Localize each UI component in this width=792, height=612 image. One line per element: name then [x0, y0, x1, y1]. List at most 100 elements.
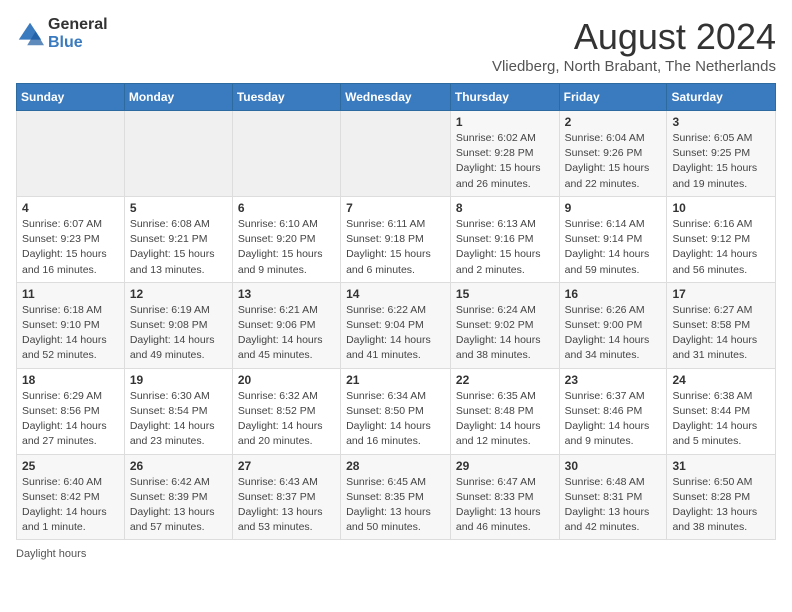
calendar-day-cell: 10 Sunrise: 6:16 AM Sunset: 9:12 PM Dayli…	[667, 196, 776, 282]
day-info: Sunrise: 6:04 AM Sunset: 9:26 PM Dayligh…	[565, 131, 662, 192]
calendar-day-header: Monday	[124, 84, 232, 111]
calendar-day-cell: 9 Sunrise: 6:14 AM Sunset: 9:14 PM Daylig…	[559, 196, 667, 282]
location-subtitle: Vliedberg, North Brabant, The Netherland…	[492, 58, 776, 75]
day-info: Sunrise: 6:32 AM Sunset: 8:52 PM Dayligh…	[238, 389, 335, 450]
calendar-table: SundayMondayTuesdayWednesdayThursdayFrid…	[16, 83, 776, 540]
title-block: August 2024 Vliedberg, North Brabant, Th…	[492, 16, 776, 75]
day-info: Sunrise: 6:34 AM Sunset: 8:50 PM Dayligh…	[346, 389, 445, 450]
calendar-day-cell: 31 Sunrise: 6:50 AM Sunset: 8:28 PM Dayli…	[667, 454, 776, 540]
day-number: 4	[22, 201, 119, 215]
calendar-header-row: SundayMondayTuesdayWednesdayThursdayFrid…	[17, 84, 776, 111]
day-number: 19	[130, 373, 227, 387]
calendar-week-row: 4 Sunrise: 6:07 AM Sunset: 9:23 PM Daylig…	[17, 196, 776, 282]
calendar-day-cell: 2 Sunrise: 6:04 AM Sunset: 9:26 PM Daylig…	[559, 111, 667, 197]
day-number: 7	[346, 201, 445, 215]
calendar-day-cell: 26 Sunrise: 6:42 AM Sunset: 8:39 PM Dayli…	[124, 454, 232, 540]
calendar-day-cell: 13 Sunrise: 6:21 AM Sunset: 9:06 PM Dayli…	[232, 282, 340, 368]
calendar-day-cell: 19 Sunrise: 6:30 AM Sunset: 8:54 PM Dayli…	[124, 368, 232, 454]
day-info: Sunrise: 6:19 AM Sunset: 9:08 PM Dayligh…	[130, 303, 227, 364]
day-number: 13	[238, 287, 335, 301]
day-info: Sunrise: 6:02 AM Sunset: 9:28 PM Dayligh…	[456, 131, 554, 192]
calendar-day-cell: 14 Sunrise: 6:22 AM Sunset: 9:04 PM Dayli…	[341, 282, 451, 368]
calendar-day-cell: 28Sunrise: 6:45 AM Sunset: 8:35 PM Dayli…	[341, 454, 451, 540]
daylight-label: Daylight hours	[16, 548, 86, 560]
day-info: Sunrise: 6:29 AM Sunset: 8:56 PM Dayligh…	[22, 389, 119, 450]
logo-icon	[16, 20, 44, 48]
day-info: Sunrise: 6:13 AM Sunset: 9:16 PM Dayligh…	[456, 217, 554, 278]
day-info: Sunrise: 6:24 AM Sunset: 9:02 PM Dayligh…	[456, 303, 554, 364]
day-number: 31	[672, 459, 770, 473]
calendar-day-cell: 22 Sunrise: 6:35 AM Sunset: 8:48 PM Dayli…	[450, 368, 559, 454]
calendar-day-cell: 18 Sunrise: 6:29 AM Sunset: 8:56 PM Dayli…	[17, 368, 125, 454]
day-info: Sunrise: 6:35 AM Sunset: 8:48 PM Dayligh…	[456, 389, 554, 450]
calendar-day-cell: 12 Sunrise: 6:19 AM Sunset: 9:08 PM Dayli…	[124, 282, 232, 368]
calendar-day-header: Saturday	[667, 84, 776, 111]
day-number: 6	[238, 201, 335, 215]
calendar-day-cell: 1 Sunrise: 6:02 AM Sunset: 9:28 PM Daylig…	[450, 111, 559, 197]
day-info: Sunrise: 6:10 AM Sunset: 9:20 PM Dayligh…	[238, 217, 335, 278]
day-number: 16	[565, 287, 662, 301]
day-number: 18	[22, 373, 119, 387]
logo-general-text: General	[48, 16, 108, 34]
calendar-day-cell: 16 Sunrise: 6:26 AM Sunset: 9:00 PM Dayli…	[559, 282, 667, 368]
calendar-day-cell: 8 Sunrise: 6:13 AM Sunset: 9:16 PM Daylig…	[450, 196, 559, 282]
day-info: Sunrise: 6:07 AM Sunset: 9:23 PM Dayligh…	[22, 217, 119, 278]
calendar-day-cell: 17Sunrise: 6:27 AM Sunset: 8:58 PM Dayli…	[667, 282, 776, 368]
calendar-day-header: Friday	[559, 84, 667, 111]
calendar-day-cell: 7 Sunrise: 6:11 AM Sunset: 9:18 PM Daylig…	[341, 196, 451, 282]
day-number: 30	[565, 459, 662, 473]
day-info: Sunrise: 6:11 AM Sunset: 9:18 PM Dayligh…	[346, 217, 445, 278]
calendar-day-cell: 27Sunrise: 6:43 AM Sunset: 8:37 PM Dayli…	[232, 454, 340, 540]
day-info: Sunrise: 6:42 AM Sunset: 8:39 PM Dayligh…	[130, 475, 227, 536]
page-header: General Blue August 2024 Vliedberg, Nort…	[16, 16, 776, 75]
day-info: Sunrise: 6:14 AM Sunset: 9:14 PM Dayligh…	[565, 217, 662, 278]
day-info: Sunrise: 6:47 AM Sunset: 8:33 PM Dayligh…	[456, 475, 554, 536]
calendar-week-row: 11Sunrise: 6:18 AM Sunset: 9:10 PM Dayli…	[17, 282, 776, 368]
day-info: Sunrise: 6:50 AM Sunset: 8:28 PM Dayligh…	[672, 475, 770, 536]
logo: General Blue	[16, 16, 108, 51]
day-info: Sunrise: 6:40 AM Sunset: 8:42 PM Dayligh…	[22, 475, 119, 536]
day-number: 20	[238, 373, 335, 387]
day-number: 23	[565, 373, 662, 387]
calendar-day-cell: 29 Sunrise: 6:47 AM Sunset: 8:33 PM Dayli…	[450, 454, 559, 540]
day-number: 25	[22, 459, 119, 473]
calendar-day-cell: 11Sunrise: 6:18 AM Sunset: 9:10 PM Dayli…	[17, 282, 125, 368]
day-number: 12	[130, 287, 227, 301]
day-info: Sunrise: 6:37 AM Sunset: 8:46 PM Dayligh…	[565, 389, 662, 450]
day-info: Sunrise: 6:21 AM Sunset: 9:06 PM Dayligh…	[238, 303, 335, 364]
footer-note: Daylight hours	[16, 548, 776, 560]
day-number: 9	[565, 201, 662, 215]
day-number: 15	[456, 287, 554, 301]
day-info: Sunrise: 6:43 AM Sunset: 8:37 PM Dayligh…	[238, 475, 335, 536]
day-info: Sunrise: 6:30 AM Sunset: 8:54 PM Dayligh…	[130, 389, 227, 450]
day-info: Sunrise: 6:26 AM Sunset: 9:00 PM Dayligh…	[565, 303, 662, 364]
calendar-day-cell: 25 Sunrise: 6:40 AM Sunset: 8:42 PM Dayli…	[17, 454, 125, 540]
calendar-week-row: 1 Sunrise: 6:02 AM Sunset: 9:28 PM Daylig…	[17, 111, 776, 197]
calendar-day-cell: 15 Sunrise: 6:24 AM Sunset: 9:02 PM Dayli…	[450, 282, 559, 368]
day-number: 17	[672, 287, 770, 301]
calendar-day-header: Sunday	[17, 84, 125, 111]
day-number: 11	[22, 287, 119, 301]
day-number: 8	[456, 201, 554, 215]
calendar-day-header: Wednesday	[341, 84, 451, 111]
month-year-title: August 2024	[492, 16, 776, 58]
day-number: 29	[456, 459, 554, 473]
day-info: Sunrise: 6:48 AM Sunset: 8:31 PM Dayligh…	[565, 475, 662, 536]
calendar-day-cell: 20 Sunrise: 6:32 AM Sunset: 8:52 PM Dayli…	[232, 368, 340, 454]
day-number: 1	[456, 115, 554, 129]
day-number: 2	[565, 115, 662, 129]
day-info: Sunrise: 6:22 AM Sunset: 9:04 PM Dayligh…	[346, 303, 445, 364]
day-number: 5	[130, 201, 227, 215]
day-number: 28	[346, 459, 445, 473]
calendar-day-cell: 3Sunrise: 6:05 AM Sunset: 9:25 PM Daylig…	[667, 111, 776, 197]
calendar-day-cell: 23 Sunrise: 6:37 AM Sunset: 8:46 PM Dayli…	[559, 368, 667, 454]
day-number: 22	[456, 373, 554, 387]
calendar-day-cell	[124, 111, 232, 197]
day-number: 14	[346, 287, 445, 301]
day-info: Sunrise: 6:16 AM Sunset: 9:12 PM Dayligh…	[672, 217, 770, 278]
day-number: 3	[672, 115, 770, 129]
calendar-day-cell: 24Sunrise: 6:38 AM Sunset: 8:44 PM Dayli…	[667, 368, 776, 454]
day-number: 26	[130, 459, 227, 473]
day-number: 10	[672, 201, 770, 215]
day-number: 21	[346, 373, 445, 387]
